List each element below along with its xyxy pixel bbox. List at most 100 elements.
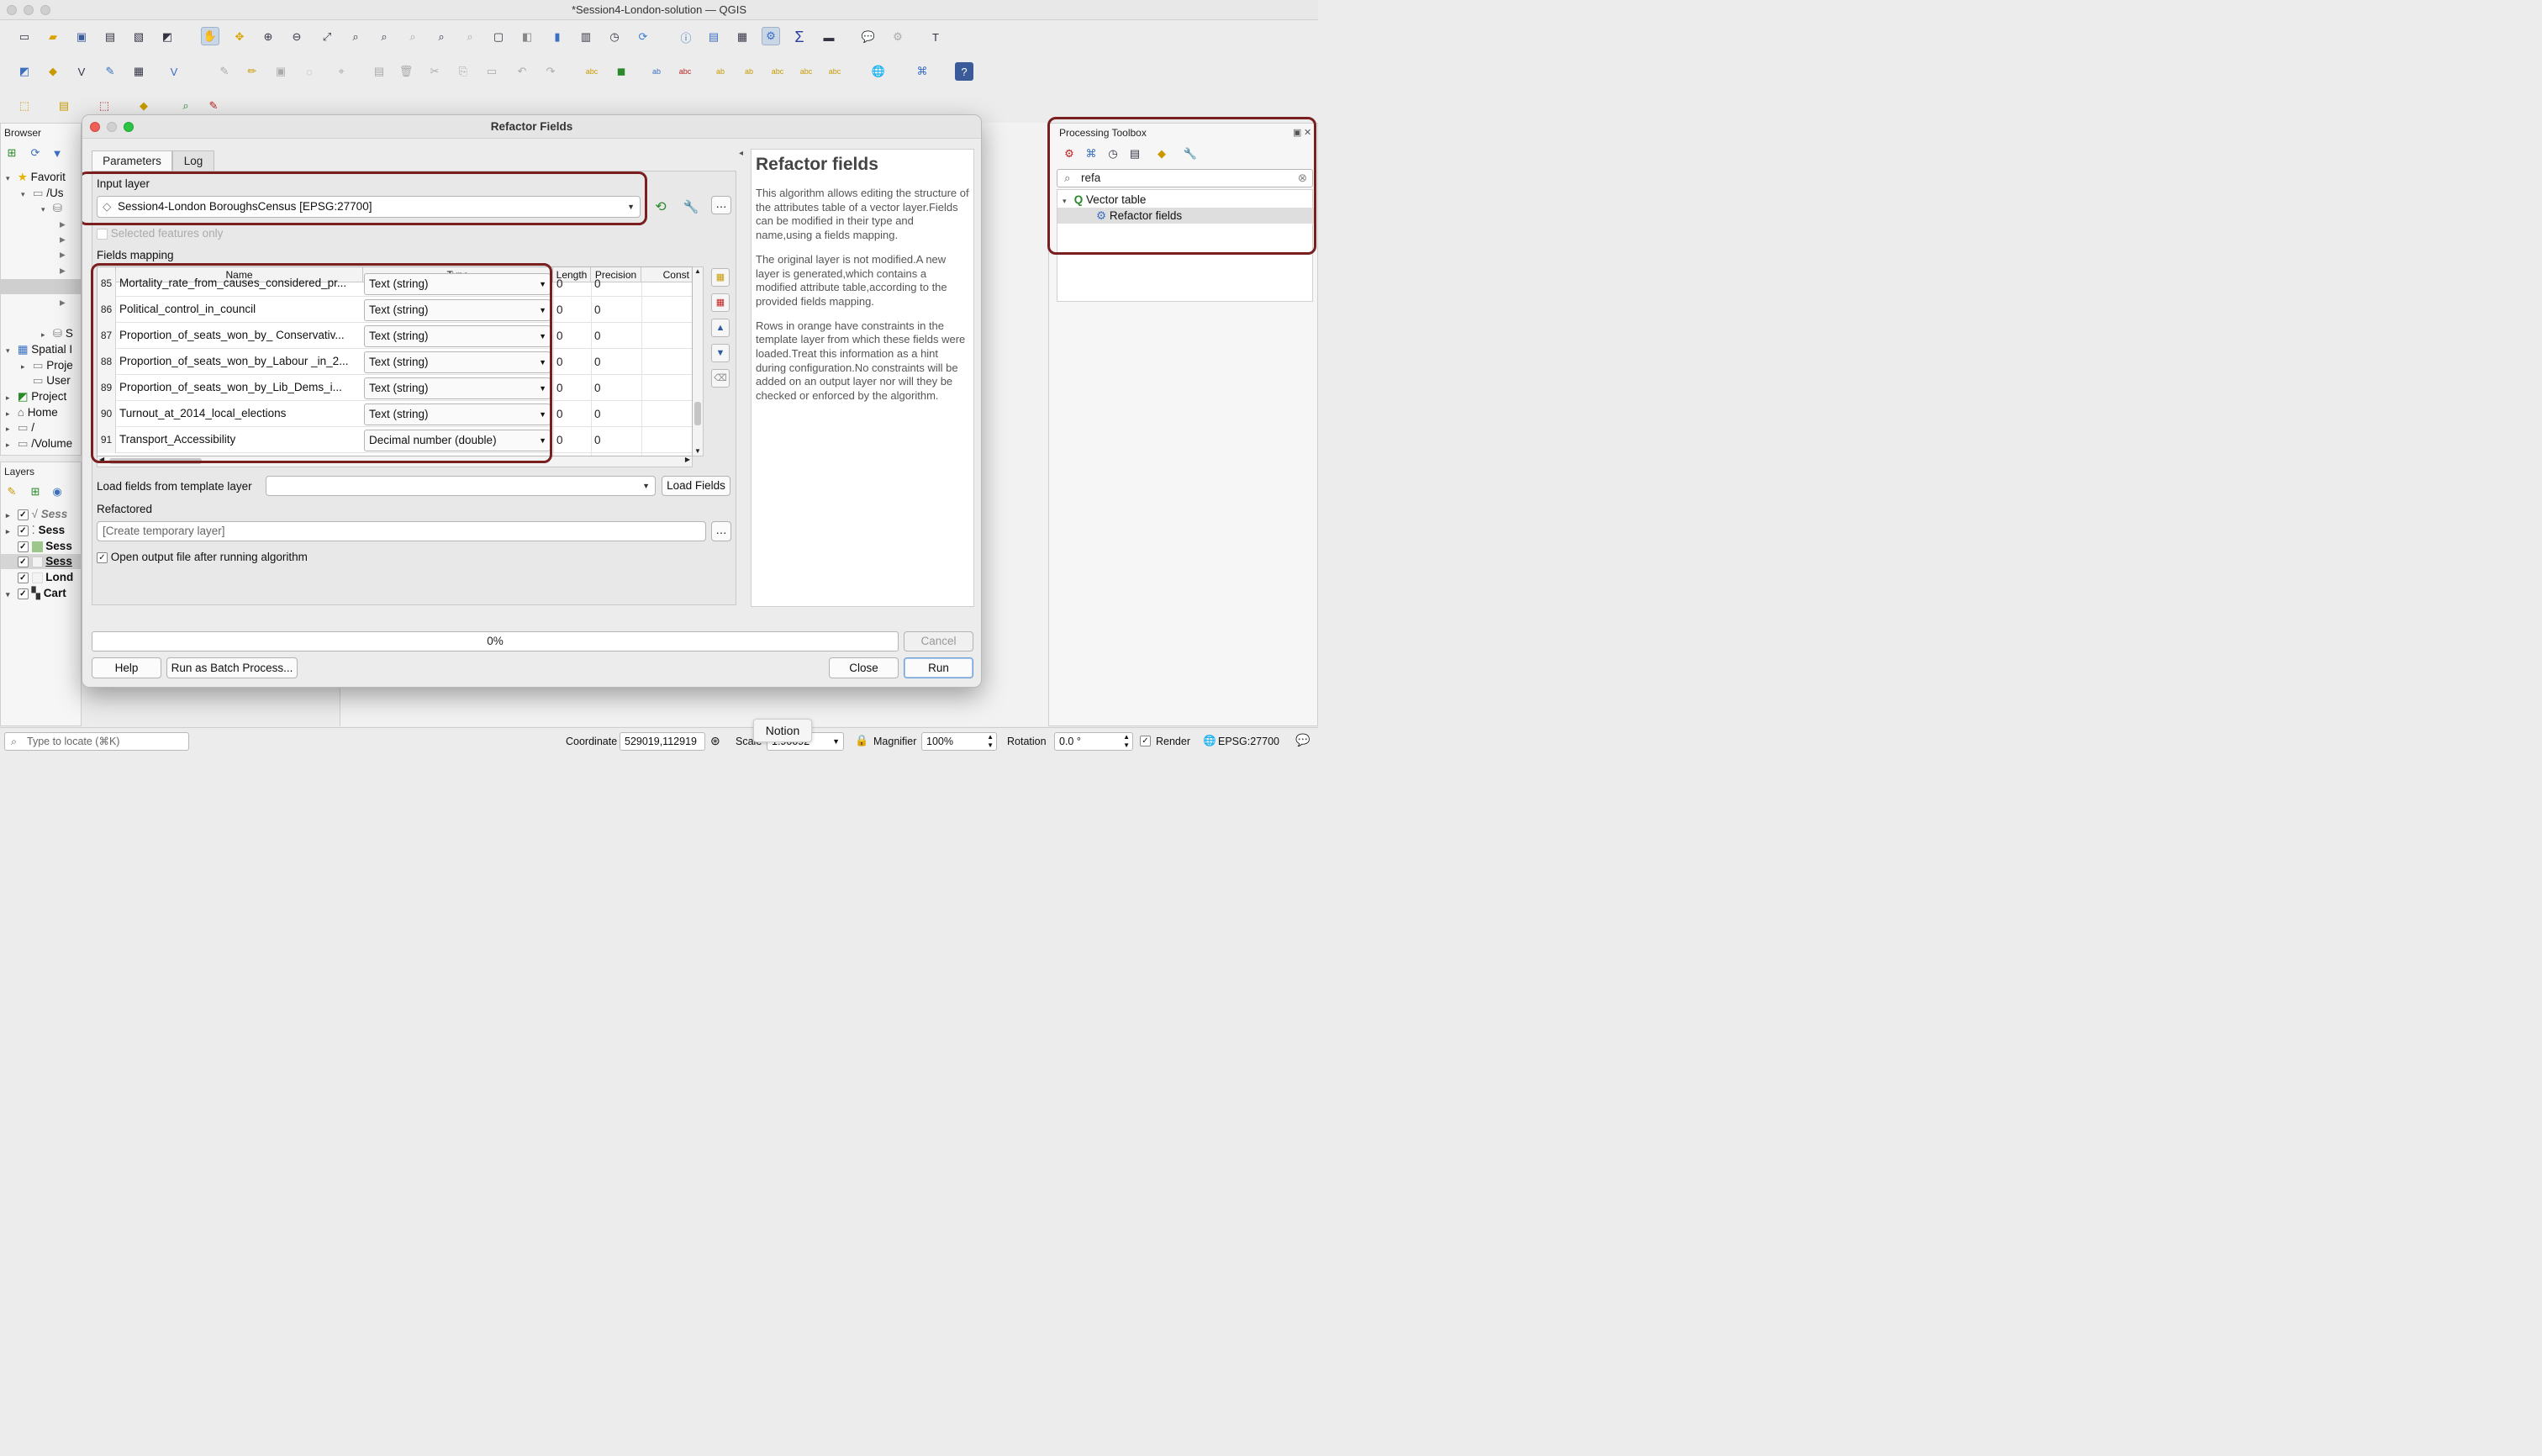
- add-group-icon[interactable]: ⊞: [28, 484, 43, 499]
- scroll-down-icon[interactable]: ▼: [694, 447, 701, 455]
- new-shapefile-icon[interactable]: V: [72, 62, 91, 81]
- load-fields-button[interactable]: Load Fields: [662, 476, 730, 496]
- crs-globe-icon[interactable]: 🌐: [1203, 735, 1216, 747]
- run-button[interactable]: Run: [904, 657, 973, 678]
- filter-browser-icon[interactable]: ▼: [50, 145, 65, 161]
- expand-arrow-icon[interactable]: ▾: [6, 587, 14, 602]
- python-console-icon[interactable]: ⌘: [913, 62, 931, 81]
- new-bookmark-icon[interactable]: ▮: [548, 28, 567, 46]
- tab-parameters[interactable]: Parameters: [92, 150, 172, 171]
- field-length-cell[interactable]: 0: [556, 349, 563, 375]
- refactored-browse-button[interactable]: …: [711, 521, 731, 541]
- browser-subitem[interactable]: ▸: [60, 263, 66, 278]
- rotate-label-icon[interactable]: abc: [797, 62, 815, 81]
- add-vector-layer-icon[interactable]: V: [165, 62, 183, 81]
- locator-input[interactable]: ⌕ Type to locate (⌘K): [4, 732, 189, 751]
- layer-styling-icon[interactable]: ✎: [4, 484, 19, 499]
- field-precision-cell[interactable]: 0: [594, 271, 601, 297]
- browser-subitem[interactable]: ▸: [60, 295, 66, 310]
- advanced-options-icon[interactable]: 🔧: [681, 197, 701, 217]
- expand-arrow-icon[interactable]: ▾: [21, 187, 29, 202]
- delete-field-icon[interactable]: ▦: [711, 293, 730, 312]
- messages-icon[interactable]: 💬: [1295, 733, 1310, 747]
- layer-labeling-icon[interactable]: abc: [583, 62, 601, 81]
- input-layer-browse-button[interactable]: …: [711, 196, 731, 214]
- expand-arrow-icon[interactable]: ▸: [6, 437, 14, 452]
- scrollbar-thumb[interactable]: [694, 402, 701, 425]
- manage-visibility-icon[interactable]: ◉: [50, 484, 65, 499]
- undo-icon[interactable]: ↶: [513, 62, 531, 81]
- browser-item-projects[interactable]: ▸ ▭ Proje: [21, 358, 73, 373]
- zoom-selection-icon[interactable]: ⌕: [346, 28, 365, 46]
- field-precision-cell[interactable]: 0: [594, 427, 601, 453]
- measure-line-icon[interactable]: ▬: [820, 28, 838, 46]
- new-3d-view-icon[interactable]: ◧: [518, 28, 536, 46]
- data-source-manager-icon[interactable]: ◩: [15, 62, 34, 81]
- zoom-in-icon[interactable]: ⊕: [259, 28, 277, 46]
- save-project-icon[interactable]: ▣: [72, 28, 91, 46]
- processing-toolbox-icon[interactable]: ⚙: [762, 27, 780, 45]
- expand-arrow-icon[interactable]: ▸: [21, 359, 29, 374]
- layer-visibility-checkbox[interactable]: ✓: [17, 525, 29, 536]
- magnifier-spinbox[interactable]: 100% ▲ ▼: [921, 732, 997, 751]
- layer-item[interactable]: ▾ ✓ ▚ Cart: [6, 586, 66, 601]
- refresh-icon[interactable]: ⟳: [634, 28, 652, 46]
- attribute-search-icon[interactable]: ⌕: [177, 97, 195, 115]
- deselect-features-icon[interactable]: ⬚: [95, 97, 113, 115]
- vertical-scrollbar[interactable]: ▲ ▼: [693, 266, 704, 456]
- coordinate-field[interactable]: 529019,112919: [620, 732, 705, 751]
- toggle-editing-icon[interactable]: ✏: [243, 62, 261, 81]
- modify-attributes-icon[interactable]: ▤: [370, 62, 388, 81]
- selected-features-only-row[interactable]: Selected features only: [97, 227, 223, 240]
- add-feature-icon[interactable]: ◌: [300, 62, 319, 81]
- toggle-extents-icon[interactable]: ⊛: [710, 734, 720, 748]
- field-length-cell[interactable]: 0: [556, 323, 563, 349]
- statistical-summary-icon[interactable]: Σ: [790, 28, 809, 46]
- expand-arrow-icon[interactable]: ▸: [6, 390, 14, 405]
- run-batch-button[interactable]: Run as Batch Process...: [166, 657, 298, 678]
- zoom-last-icon[interactable]: ⌕: [432, 28, 451, 46]
- field-length-cell[interactable]: 0: [556, 375, 563, 401]
- select-by-value-icon[interactable]: ▤: [55, 97, 73, 115]
- browser-item-users[interactable]: ▾ ▭ /Us: [21, 186, 64, 201]
- add-selected-layers-icon[interactable]: ⊞: [4, 145, 19, 161]
- iterate-features-icon[interactable]: ⟲: [651, 197, 671, 217]
- open-output-row[interactable]: ✓ Open output file after running algorit…: [97, 551, 308, 563]
- change-label-icon[interactable]: abc: [825, 62, 844, 81]
- open-attribute-table-icon[interactable]: ▤: [704, 28, 723, 46]
- new-map-view-icon[interactable]: ▢: [489, 28, 508, 46]
- crs-label[interactable]: EPSG:27700: [1218, 736, 1279, 747]
- lock-scale-icon[interactable]: 🔒: [855, 734, 868, 747]
- map-canvas-lower[interactable]: [340, 685, 979, 726]
- pan-map-icon[interactable]: ✋: [201, 27, 219, 45]
- browser-subitem[interactable]: ▸: [60, 217, 66, 232]
- select-by-location-icon[interactable]: ◆: [134, 97, 153, 115]
- expand-arrow-icon[interactable]: ▸: [6, 508, 14, 523]
- browser-item-database[interactable]: ▾ ⛁: [41, 201, 62, 216]
- browser-item-root[interactable]: ▸ ▭ /: [6, 420, 34, 435]
- layer-visibility-checkbox[interactable]: ✓: [17, 509, 29, 520]
- zoom-native-icon[interactable]: ⌕: [403, 28, 422, 46]
- browser-item-user[interactable]: ▭ User: [21, 373, 71, 388]
- zoom-next-icon[interactable]: ⌕: [461, 28, 479, 46]
- open-project-icon[interactable]: ▰: [44, 28, 62, 46]
- collapse-help-icon[interactable]: ◂: [739, 149, 743, 158]
- field-precision-cell[interactable]: 0: [594, 297, 601, 323]
- map-canvas[interactable]: [979, 123, 1048, 726]
- scroll-right-icon[interactable]: ▶: [685, 456, 690, 463]
- redo-icon[interactable]: ↷: [541, 62, 560, 81]
- dialog-close-dot[interactable]: [90, 122, 100, 132]
- new-virtual-layer-icon[interactable]: ▦: [129, 62, 148, 81]
- show-hide-labels-icon[interactable]: ab: [740, 62, 758, 81]
- open-output-checkbox[interactable]: ✓: [97, 551, 108, 563]
- layer-visibility-checkbox[interactable]: ✓: [17, 541, 29, 552]
- zoom-layer-icon[interactable]: ⌕: [375, 28, 393, 46]
- refresh-browser-icon[interactable]: ⟳: [28, 145, 43, 161]
- copy-features-icon[interactable]: ⎘: [454, 62, 472, 81]
- field-length-cell[interactable]: 0: [556, 271, 563, 297]
- cancel-button[interactable]: Cancel: [904, 631, 973, 652]
- rotation-spinbox[interactable]: 0.0 ° ▲ ▼: [1054, 732, 1133, 751]
- field-calculator-icon[interactable]: ▦: [733, 28, 752, 46]
- field-length-cell[interactable]: 0: [556, 401, 563, 427]
- layout-manager-icon[interactable]: ▧: [129, 28, 148, 46]
